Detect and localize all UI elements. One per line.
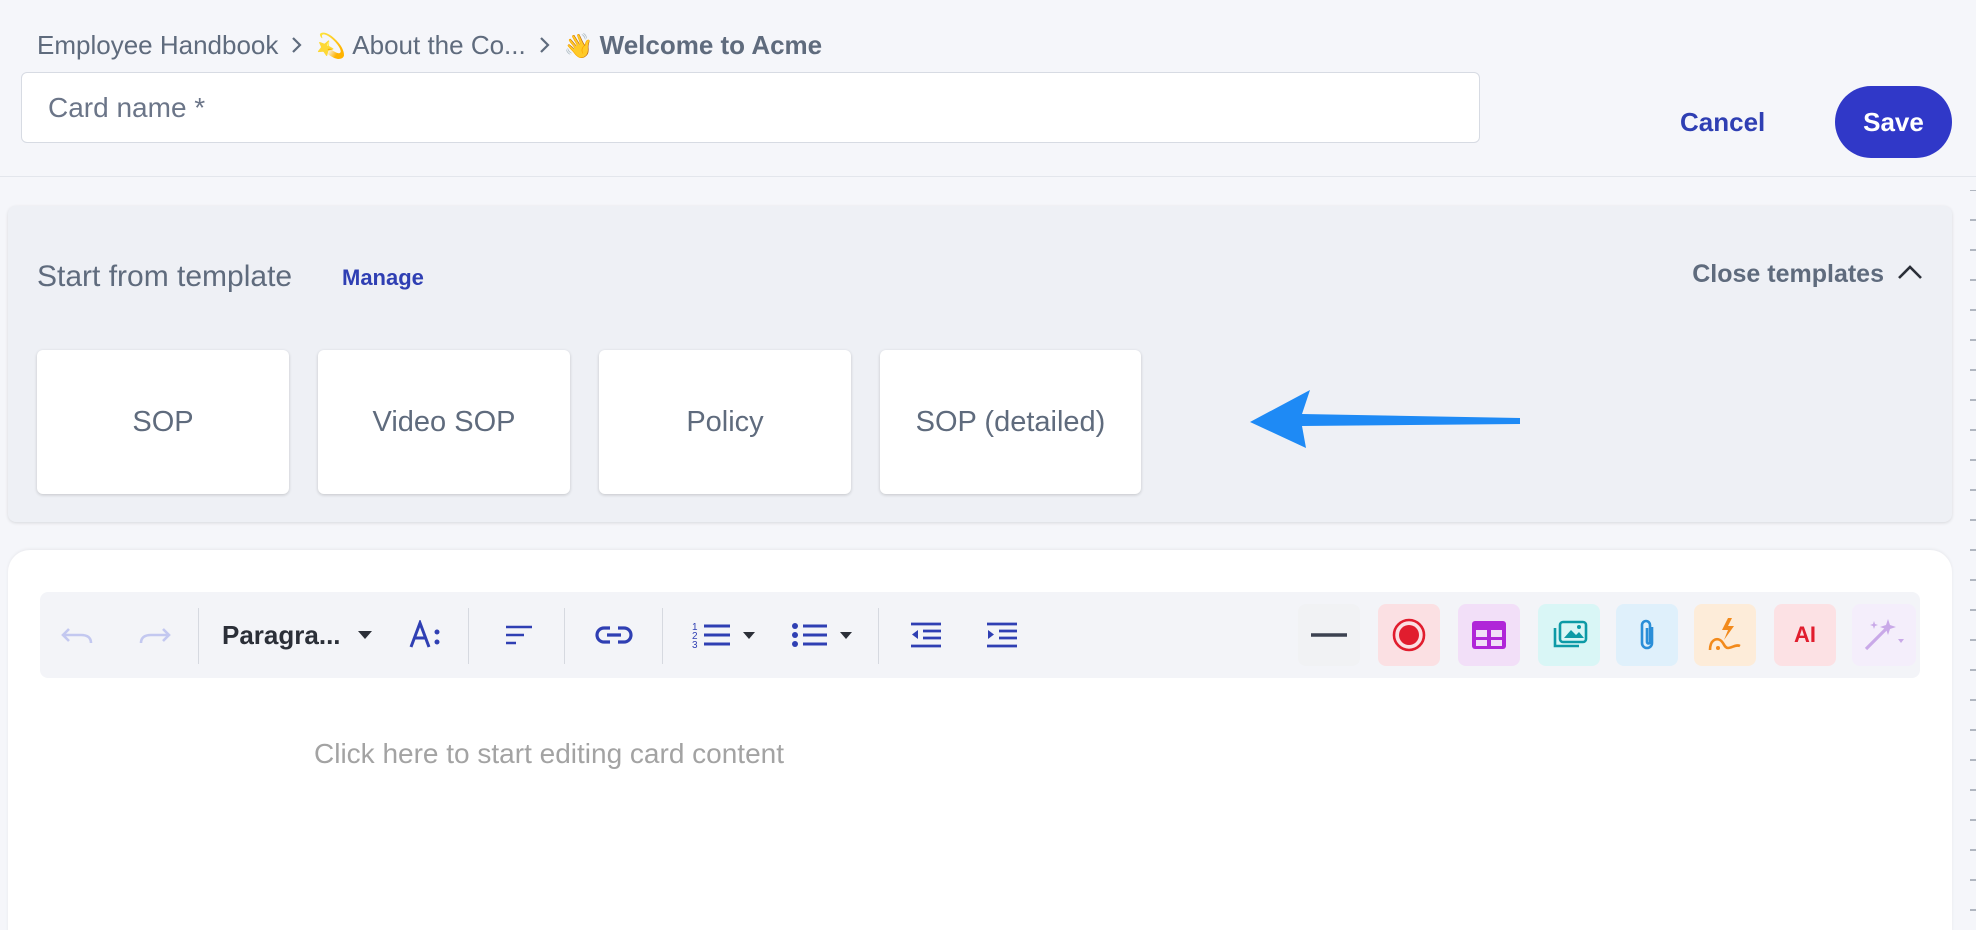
breadcrumb: Employee Handbook 💫 About the Co... 👋 Welc… bbox=[37, 26, 822, 64]
annotation-arrow-icon bbox=[1250, 390, 1520, 448]
breadcrumb-item-label: About the Co... bbox=[352, 29, 526, 60]
template-card-video-sop[interactable]: Video SOP bbox=[318, 350, 570, 494]
card-content-editor: Paragra... 123 AI Click here to start ed… bbox=[8, 550, 1952, 930]
toolbar-divider bbox=[198, 608, 199, 664]
horizontal-rule-icon[interactable] bbox=[1298, 604, 1360, 666]
template-cards: SOP Video SOP Policy SOP (detailed) bbox=[37, 350, 1141, 494]
close-templates-label: Close templates bbox=[1692, 260, 1884, 288]
ruler-ticks bbox=[1970, 190, 1976, 911]
quick-action-icon[interactable] bbox=[1694, 604, 1756, 666]
font-size-icon[interactable] bbox=[404, 592, 448, 678]
toolbar-divider bbox=[662, 608, 663, 664]
toolbar-divider bbox=[564, 608, 565, 664]
attachment-icon[interactable] bbox=[1616, 604, 1678, 666]
redo-icon[interactable] bbox=[130, 592, 180, 678]
caret-down-icon bbox=[840, 631, 852, 639]
image-gallery-icon[interactable] bbox=[1538, 604, 1600, 666]
editor-placeholder[interactable]: Click here to start editing card content bbox=[314, 738, 784, 770]
chevron-right-icon bbox=[290, 35, 304, 55]
paragraph-style-label: Paragra... bbox=[222, 619, 341, 650]
dizzy-emoji-icon: 💫 bbox=[316, 32, 347, 60]
bullet-list-icon[interactable] bbox=[782, 592, 862, 678]
manage-templates-link[interactable]: Manage bbox=[342, 265, 424, 291]
ordered-list-icon[interactable]: 123 bbox=[684, 592, 764, 678]
toolbar-divider bbox=[878, 608, 879, 664]
breadcrumb-item-label: Welcome to Acme bbox=[599, 29, 823, 60]
save-button[interactable]: Save bbox=[1835, 86, 1952, 158]
align-icon[interactable] bbox=[494, 592, 544, 678]
breadcrumb-item-current: 👋 Welcome to Acme bbox=[564, 30, 822, 61]
card-name-field[interactable] bbox=[21, 72, 1480, 143]
caret-down-icon bbox=[743, 631, 755, 639]
record-icon[interactable] bbox=[1378, 604, 1440, 666]
chevron-up-icon bbox=[1896, 260, 1924, 289]
template-card-policy[interactable]: Policy bbox=[599, 350, 851, 494]
paragraph-style-dropdown[interactable]: Paragra... bbox=[222, 592, 392, 678]
ai-button[interactable]: AI bbox=[1774, 604, 1836, 666]
link-icon[interactable] bbox=[586, 592, 642, 678]
header-divider bbox=[0, 176, 1976, 177]
template-panel: Start from template Manage Close templat… bbox=[8, 206, 1952, 522]
magic-wand-icon[interactable] bbox=[1852, 604, 1916, 666]
template-panel-title: Start from template bbox=[37, 260, 293, 293]
card-name-input[interactable] bbox=[48, 91, 1479, 124]
template-card-sop[interactable]: SOP bbox=[37, 350, 289, 494]
indent-icon[interactable] bbox=[974, 592, 1030, 678]
breadcrumb-item-about-company[interactable]: 💫 About the Co... bbox=[316, 30, 525, 61]
breadcrumb-item-employee-handbook[interactable]: Employee Handbook bbox=[37, 30, 278, 61]
toolbar-divider bbox=[468, 608, 469, 664]
undo-icon[interactable] bbox=[52, 592, 102, 678]
ai-label: AI bbox=[1794, 622, 1816, 647]
svg-text:3: 3 bbox=[692, 640, 698, 650]
template-card-sop-detailed[interactable]: SOP (detailed) bbox=[880, 350, 1141, 494]
chevron-right-icon bbox=[538, 35, 552, 55]
table-icon[interactable] bbox=[1458, 604, 1520, 666]
waving-hand-emoji-icon: 👋 bbox=[563, 32, 594, 60]
outdent-icon[interactable] bbox=[898, 592, 954, 678]
cancel-button[interactable]: Cancel bbox=[1680, 100, 1765, 144]
caret-down-icon bbox=[357, 631, 372, 639]
close-templates-button[interactable]: Close templates bbox=[1692, 260, 1924, 289]
editor-toolbar: Paragra... 123 AI bbox=[40, 592, 1920, 678]
